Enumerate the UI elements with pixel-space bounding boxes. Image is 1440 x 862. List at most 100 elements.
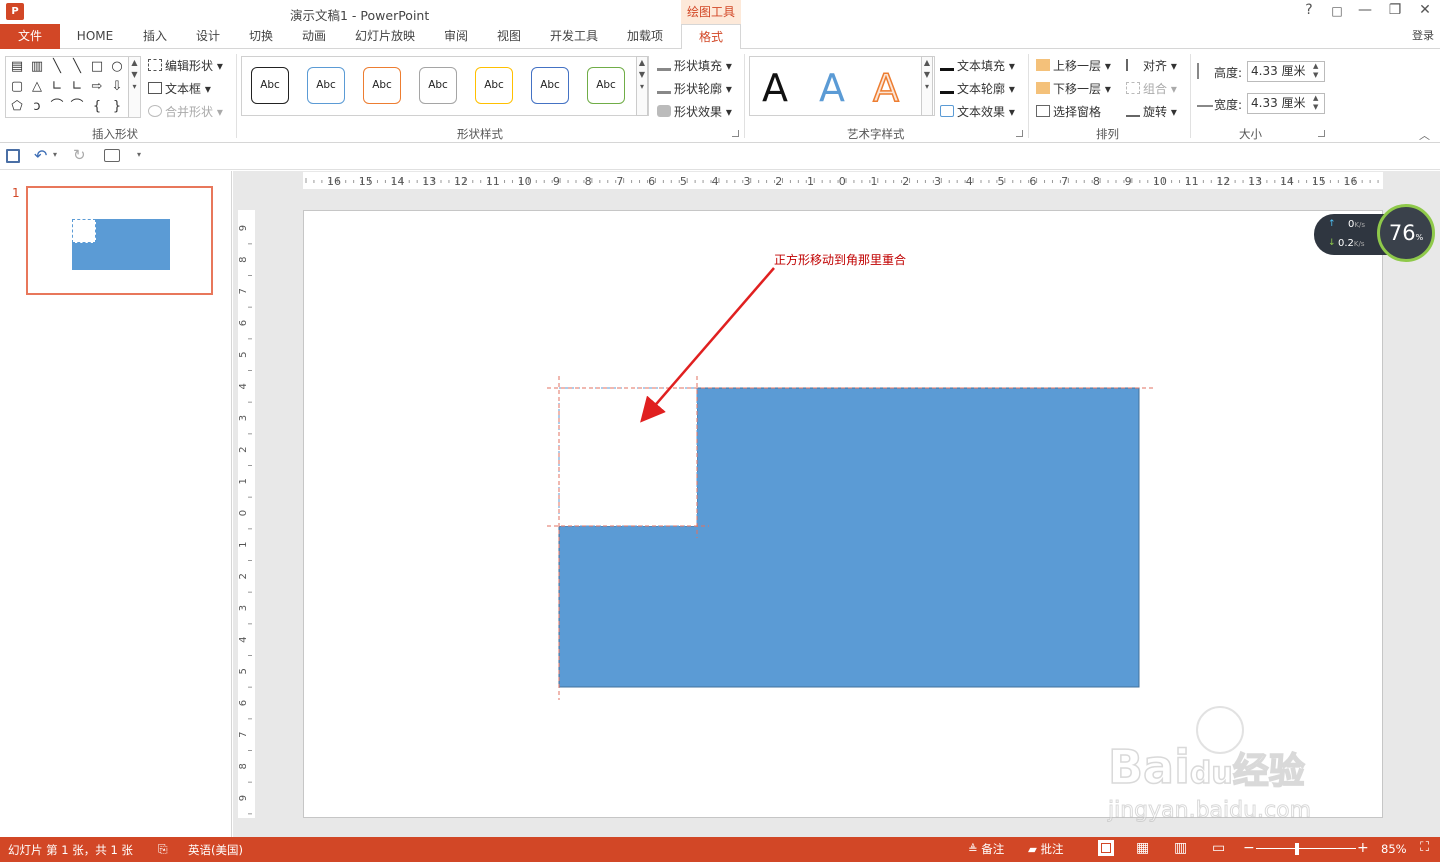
shape-option[interactable]: ╲ <box>48 60 66 74</box>
edit-shape-button[interactable]: 编辑形状 ▾ <box>148 57 223 74</box>
shape-style-swatch[interactable]: Abc <box>307 67 345 104</box>
tab-insert[interactable]: 插入 <box>133 24 177 49</box>
shape-option[interactable]: ↄ <box>28 100 46 114</box>
tab-home[interactable]: HOME <box>70 24 120 49</box>
shape-fill-button[interactable]: 形状填充 ▾ <box>657 57 732 74</box>
shape-option[interactable]: ▥ <box>28 60 46 74</box>
horizontal-ruler[interactable]: 16 15 14 13 12 11 10 9 8 7 6 5 4 3 2 1 0 1 2 3 4 5 6 7 8 9 10 11 12 1… <box>303 172 1383 189</box>
shape-option[interactable]: ▢ <box>8 80 26 94</box>
wordart-style-blue[interactable]: A <box>819 66 845 110</box>
help-icon[interactable]: ? <box>1296 2 1322 18</box>
tab-file[interactable]: 文件 <box>0 24 60 49</box>
slide-thumbnail-1[interactable] <box>26 186 213 295</box>
text-fill-button[interactable]: 文本填充 ▾ <box>940 57 1015 74</box>
group-button[interactable]: 组合 ▾ <box>1126 80 1177 97</box>
shape-style-swatch[interactable]: Abc <box>531 67 569 104</box>
rotate-button[interactable]: 旋转 ▾ <box>1126 103 1177 120</box>
minimize-button[interactable]: — <box>1352 2 1378 18</box>
text-effects-button[interactable]: 文本效果 ▾ <box>940 103 1015 120</box>
zoom-slider[interactable] <box>1256 848 1356 849</box>
selection-pane-button[interactable]: 选择窗格 <box>1036 103 1101 120</box>
align-button[interactable]: 对齐 ▾ <box>1126 57 1177 74</box>
shape-effects-button[interactable]: 形状效果 ▾ <box>657 103 732 120</box>
memory-usage-gauge[interactable]: 76% <box>1377 204 1435 262</box>
shape-option[interactable]: ╲ <box>68 60 86 74</box>
tab-addins[interactable]: 加载项 <box>616 24 674 49</box>
size-launcher-icon[interactable] <box>1318 130 1325 137</box>
ruler-label: 15 <box>359 175 373 188</box>
language-indicator[interactable]: 英语(美国) <box>188 842 243 858</box>
shape-option[interactable]: ∟ <box>48 80 66 94</box>
zoom-level[interactable]: 85% <box>1381 842 1407 856</box>
shape-style-swatch[interactable]: Abc <box>363 67 401 104</box>
shapes-gallery-scroll[interactable]: ▲ ▼ ▾ <box>128 57 140 117</box>
zoom-slider-thumb[interactable] <box>1295 843 1299 855</box>
zoom-out-icon[interactable]: − <box>1243 840 1255 856</box>
shape-option[interactable]: ⌒ <box>48 100 66 114</box>
shape-option[interactable]: ∟ <box>68 80 86 94</box>
close-button[interactable]: ✕ <box>1412 2 1438 18</box>
spellcheck-icon[interactable]: ⎘ <box>158 842 168 857</box>
wordart-scroll[interactable]: ▲ ▼ ▾ <box>921 56 933 116</box>
slide-sorter-view-icon[interactable]: ▦ <box>1136 840 1149 856</box>
shape-style-swatch[interactable]: Abc <box>587 67 625 104</box>
send-backward-button[interactable]: 下移一层 ▾ <box>1036 80 1111 97</box>
shape-option[interactable]: { <box>88 100 106 114</box>
tab-developer[interactable]: 开发工具 <box>542 24 606 49</box>
bring-forward-button[interactable]: 上移一层 ▾ <box>1036 57 1111 74</box>
shape-option[interactable]: ▤ <box>8 60 26 74</box>
tab-animations[interactable]: 动画 <box>292 24 336 49</box>
normal-view-icon[interactable] <box>1098 840 1114 856</box>
present-icon[interactable] <box>104 149 120 162</box>
shape-option[interactable]: ⇨ <box>88 80 106 94</box>
shape-option[interactable]: ⬠ <box>8 100 26 114</box>
undo-icon[interactable]: ↶ <box>34 146 47 165</box>
notes-button[interactable]: ≜ 备注 <box>968 841 1004 857</box>
collapse-ribbon-icon[interactable]: ︿ <box>1419 127 1430 143</box>
comments-button[interactable]: ▰ 批注 <box>1028 841 1064 857</box>
baidu-jingyan-watermark: Baidu经验 jingyan.baidu.com <box>1100 700 1380 830</box>
width-spinner[interactable]: ▲ ▼ <box>1313 94 1318 112</box>
powerpoint-app-icon[interactable]: P <box>6 3 24 20</box>
shapes-gallery[interactable]: ▤ ▥ ╲ ╲ □ ○ ▢ △ ∟ ∟ ⇨ ⇩ ⬠ ↄ ⌒ ⌒{} ▲ ▼ ▾ <box>5 56 141 118</box>
reading-view-icon[interactable]: ▥ <box>1174 840 1187 856</box>
redo-icon[interactable]: ↻ <box>73 146 86 164</box>
merge-shapes-button[interactable]: 合并形状 ▾ <box>148 103 223 120</box>
zoom-in-icon[interactable]: + <box>1357 840 1369 856</box>
text-outline-button[interactable]: 文本轮廓 ▾ <box>940 80 1015 97</box>
save-icon[interactable] <box>6 149 20 163</box>
shape-outline-button[interactable]: 形状轮廓 ▾ <box>657 80 732 97</box>
slideshow-view-icon[interactable]: ▭ <box>1212 840 1225 856</box>
tab-format[interactable]: 格式 <box>681 24 741 50</box>
vertical-ruler[interactable]: 9 8 7 6 5 4 3 2 1 0 1 2 3 4 5 6 7 8 9 <box>238 210 255 818</box>
shape-styles-scroll[interactable]: ▲ ▼ ▾ <box>636 56 648 116</box>
wordart-style-black[interactable]: A <box>762 66 788 110</box>
wordart-launcher-icon[interactable] <box>1016 130 1023 137</box>
sign-in-link[interactable]: 登录 <box>1412 27 1434 43</box>
shape-option[interactable]: △ <box>28 80 46 94</box>
height-spinner[interactable]: ▲ ▼ <box>1313 62 1318 80</box>
fit-slide-icon[interactable]: ⛶ <box>1420 840 1429 855</box>
tab-transitions[interactable]: 切换 <box>239 24 283 49</box>
slide-count[interactable]: 幻灯片 第 1 张，共 1 张 <box>8 842 133 858</box>
tab-design[interactable]: 设计 <box>186 24 230 49</box>
shape-style-swatch[interactable]: Abc <box>475 67 513 104</box>
shape-option[interactable]: ⇩ <box>108 80 126 94</box>
undo-dropdown-icon[interactable]: ▾ <box>53 150 57 159</box>
maximize-button[interactable]: ❐ <box>1382 2 1408 18</box>
textbox-button[interactable]: 文本框 ▾ <box>148 80 211 97</box>
shape-style-swatch[interactable]: Abc <box>251 67 289 104</box>
tab-slideshow[interactable]: 幻灯片放映 <box>348 24 422 49</box>
tab-review[interactable]: 审阅 <box>434 24 478 49</box>
shape-style-swatch[interactable]: Abc <box>419 67 457 104</box>
white-square-shape[interactable] <box>558 387 698 527</box>
ribbon-display-options-icon[interactable]: □ <box>1324 4 1350 18</box>
wordart-style-orange-outline[interactable]: A <box>872 65 900 111</box>
shape-option[interactable]: ○ <box>108 60 126 74</box>
customize-qat-icon[interactable]: ▾ <box>137 150 141 159</box>
shape-styles-launcher-icon[interactable] <box>732 130 739 137</box>
tab-view[interactable]: 视图 <box>487 24 531 49</box>
shape-option[interactable]: } <box>108 100 126 114</box>
shape-option[interactable]: ⌒ <box>68 100 86 114</box>
shape-option[interactable]: □ <box>88 60 106 74</box>
